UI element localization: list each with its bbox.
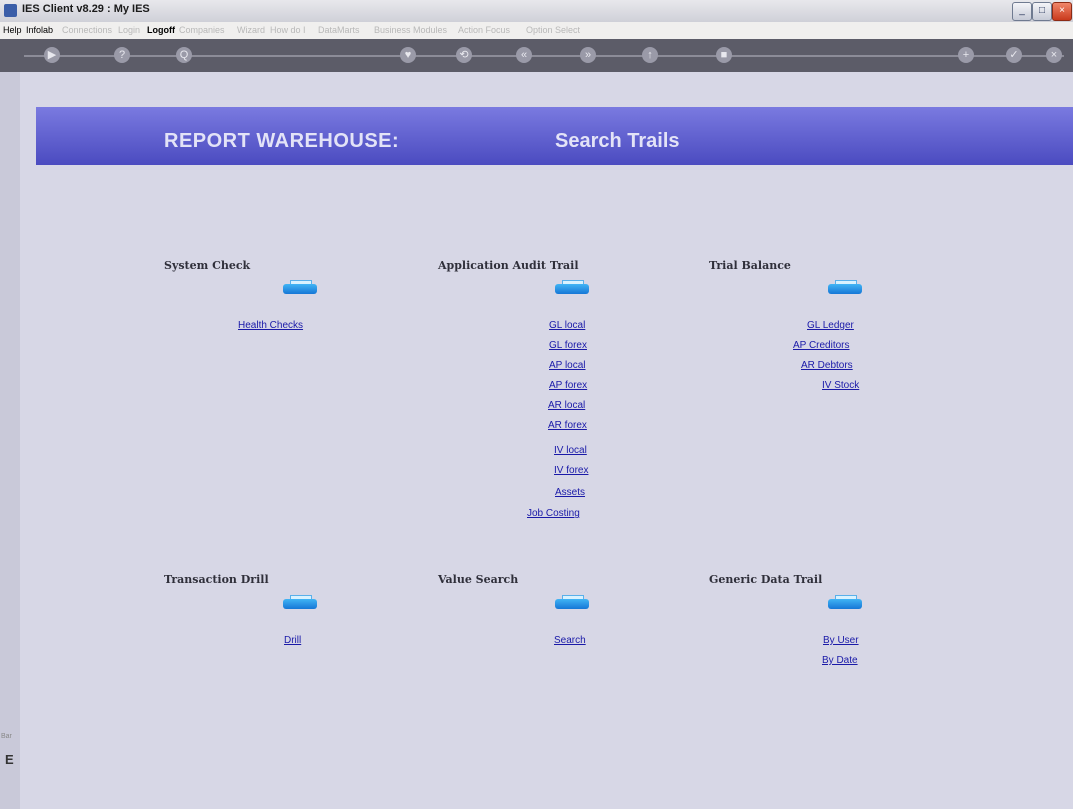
link-gl-local[interactable]: GL local [549,320,585,331]
link-by-user[interactable]: By User [823,635,859,646]
section-title-trial-balance: Trial Balance [709,259,791,272]
printer-icon[interactable] [828,595,862,611]
menu-help[interactable]: Help [3,25,22,35]
side-tab[interactable]: Bar [1,733,12,740]
window-titlebar: IES Client v8.29 : My IES _ □ × [0,0,1073,23]
link-drill[interactable]: Drill [284,635,301,646]
section-title-transaction-drill: Transaction Drill [164,573,269,586]
link-iv-local[interactable]: IV local [554,445,587,456]
link-iv-stock[interactable]: IV Stock [822,380,859,391]
menu-companies[interactable]: Companies [179,25,225,35]
maximize-button[interactable]: □ [1032,2,1052,21]
help-icon[interactable]: ? [114,47,130,63]
menu-connections[interactable]: Connections [62,25,112,35]
menu-how-do-i[interactable]: How do I [270,25,306,35]
minimize-button[interactable]: _ [1012,2,1032,21]
search-icon[interactable]: Q [176,47,192,63]
menu-wizard[interactable]: Wizard [237,25,265,35]
menu-business-modules[interactable]: Business Modules [374,25,447,35]
heart-icon[interactable]: ♥ [400,47,416,63]
menu-logoff[interactable]: Logoff [147,25,175,35]
menu-action-focus[interactable]: Action Focus [458,25,510,35]
section-title-system-check: System Check [164,259,251,272]
link-health-checks[interactable]: Health Checks [238,320,303,331]
check-icon[interactable]: ✓ [1006,47,1022,63]
section-title-generic-data-trail: Generic Data Trail [709,573,823,586]
link-gl-ledger[interactable]: GL Ledger [807,320,854,331]
page-subtitle: Search Trails [555,130,680,152]
window-title: IES Client v8.29 : My IES [22,3,150,15]
printer-icon[interactable] [283,280,317,296]
printer-icon[interactable] [555,595,589,611]
link-search[interactable]: Search [554,635,586,646]
stop-icon[interactable]: ■ [716,47,732,63]
menu-datamarts[interactable]: DataMarts [318,25,360,35]
forward-icon[interactable]: » [580,47,596,63]
link-ar-debtors[interactable]: AR Debtors [801,360,853,371]
up-icon[interactable]: ↑ [642,47,658,63]
app-icon [4,4,17,17]
section-title-value-search: Value Search [438,573,519,586]
rewind-icon[interactable]: « [516,47,532,63]
link-by-date[interactable]: By Date [822,655,858,666]
main-panel [20,72,1073,809]
menu-infolab[interactable]: Infolab [26,25,53,35]
link-iv-forex[interactable]: IV forex [554,465,588,476]
section-title-application-audit-trail: Application Audit Trail [438,259,579,272]
plus-icon[interactable]: + [958,47,974,63]
link-ap-creditors[interactable]: AP Creditors [793,340,850,351]
printer-icon[interactable] [555,280,589,296]
menu-login[interactable]: Login [118,25,140,35]
printer-icon[interactable] [283,595,317,611]
link-ar-forex[interactable]: AR forex [548,420,587,431]
link-gl-forex[interactable]: GL forex [549,340,587,351]
menubar: Help Infolab Connections Login Logoff Co… [0,22,1073,40]
link-ar-local[interactable]: AR local [548,400,585,411]
menu-option-select[interactable]: Option Select [526,25,580,35]
printer-icon[interactable] [828,280,862,296]
back-arrow-icon[interactable]: ▶ [44,47,60,63]
close-window-button[interactable]: × [1052,2,1072,21]
side-glyph: E [5,752,14,767]
page-title: REPORT WAREHOUSE: [164,130,400,152]
link-assets[interactable]: Assets [555,487,585,498]
close-icon[interactable]: × [1046,47,1062,63]
link-ap-forex[interactable]: AP forex [549,380,587,391]
link-ap-local[interactable]: AP local [549,360,586,371]
toolbar: ▶ ? Q ♥ ⟲ « » ↑ ■ + ✓ × [0,39,1073,72]
refresh-icon[interactable]: ⟲ [456,47,472,63]
link-job-costing[interactable]: Job Costing [527,508,580,519]
left-strip [0,72,21,809]
